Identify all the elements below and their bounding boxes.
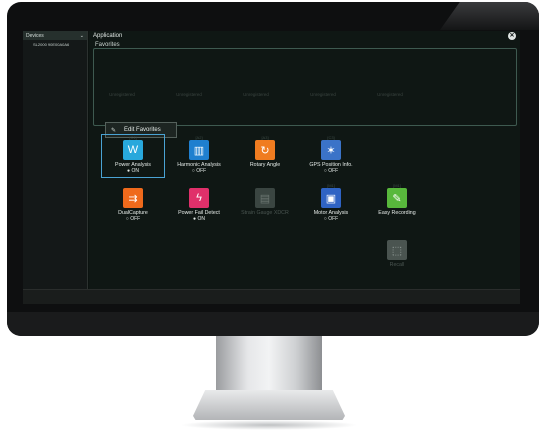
strain-gauge-icon: ▤ — [255, 188, 275, 208]
favorite-slot[interactable]: Unregistered — [303, 92, 343, 97]
app-hotkey: [C3] — [327, 135, 335, 140]
app-label: Easy Recording — [378, 210, 416, 216]
devices-dropdown[interactable]: Devices ⌄ — [23, 31, 87, 40]
app-hotkey: [M1] — [393, 183, 401, 188]
edit-icon: ✎ — [111, 127, 117, 134]
app-status: ○ OFF — [323, 216, 339, 222]
favorite-slot[interactable]: Unregistered — [102, 92, 142, 97]
app-status: ○ OFF — [323, 168, 339, 174]
app-label: Strain Gauge XDCR — [241, 210, 289, 216]
devices-panel: Devices ⌄ SL2000 90E00A0A6 — [23, 31, 88, 289]
app-rotary-angle[interactable]: [A3] ↻ Rotary Angle — [233, 135, 297, 168]
status-bar — [23, 289, 520, 304]
motor-icon: ▣ — [321, 188, 341, 208]
app-status: ○ OFF — [125, 216, 141, 222]
capture-icon: ⇉ — [123, 188, 143, 208]
app-label: Rotary Angle — [249, 162, 281, 168]
devices-header-label: Devices — [26, 32, 44, 39]
monitor-stand-neck — [216, 336, 322, 392]
app-hotkey: [C1] — [129, 135, 137, 140]
recording-icon: ✎ — [387, 188, 407, 208]
app-status: ● ON — [127, 168, 139, 174]
app-harmonic-analysis[interactable]: [A2] ▥ Harmonic Analysis ○ OFF — [167, 135, 231, 174]
app-dualcapture[interactable]: ⇉ DualCapture ○ OFF — [101, 183, 165, 222]
chevron-down-icon: ⌄ — [79, 32, 84, 39]
app-recall[interactable]: ⬚ Recall — [365, 235, 429, 268]
app-status: ○ OFF — [191, 168, 207, 174]
application-panel: Application ✕ Unregistered Unregistered … — [89, 31, 520, 289]
favorites-title: Favorites — [93, 42, 122, 48]
device-item[interactable]: SL2000 90E00A0A6 — [23, 42, 87, 47]
application-header: Application ✕ — [89, 31, 520, 40]
app-gps-position[interactable]: [C3] ✶ GPS Position Info. ○ OFF — [299, 135, 363, 174]
app-power-analysis[interactable]: [C1] W Power Analysis ● ON — [101, 134, 165, 178]
app-motor-analysis[interactable]: [M1] ▣ Motor Analysis ○ OFF — [299, 183, 363, 222]
app-status: ● ON — [193, 216, 205, 222]
edit-favorites-label: Edit Favorites — [124, 127, 161, 133]
bar-chart-icon: ▥ — [189, 140, 209, 160]
satellite-icon: ✶ — [321, 140, 341, 160]
app-hotkey: [A3] — [261, 135, 269, 140]
app-label: Recall — [389, 262, 405, 268]
app-hotkey: [M1] — [327, 183, 335, 188]
screen: Devices ⌄ SL2000 90E00A0A6 Application ✕… — [23, 31, 520, 304]
power-fail-icon: ϟ — [189, 188, 209, 208]
favorite-slot[interactable]: Unregistered — [370, 92, 410, 97]
close-icon[interactable]: ✕ — [508, 31, 516, 40]
favorite-slot[interactable]: Unregistered — [169, 92, 209, 97]
favorites-box: Unregistered Unregistered Unregistered U… — [93, 48, 517, 138]
application-title: Application — [93, 32, 123, 39]
stand-shadow — [180, 420, 358, 430]
app-easy-recording[interactable]: [M1] ✎ Easy Recording — [365, 183, 429, 216]
favorite-slot[interactable]: Unregistered — [236, 92, 276, 97]
monitor-chin — [7, 312, 539, 336]
waveform-w-icon: W — [123, 140, 143, 160]
app-strain-gauge[interactable]: ▤ Strain Gauge XDCR — [233, 183, 297, 216]
app-power-fail-detect[interactable]: ϟ Power Fail Detect ● ON — [167, 183, 231, 222]
recall-icon: ⬚ — [387, 240, 407, 260]
app-hotkey: [A2] — [195, 135, 203, 140]
rotary-icon: ↻ — [255, 140, 275, 160]
